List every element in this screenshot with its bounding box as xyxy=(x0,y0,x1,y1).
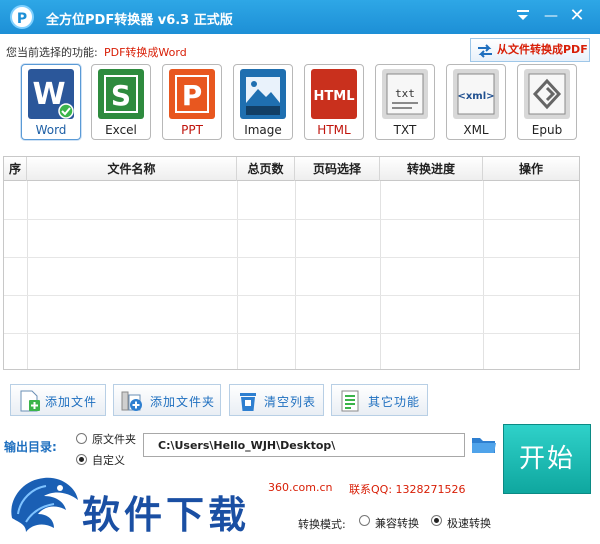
chevron-down-icon xyxy=(517,10,529,20)
epub-icon xyxy=(524,69,570,119)
conversion-mode-label: 转换模式: xyxy=(298,518,346,531)
html-icon: HTML xyxy=(311,69,357,119)
add-file-icon xyxy=(20,390,40,412)
format-image-button[interactable]: Image xyxy=(233,64,293,140)
folder-icon xyxy=(472,438,496,453)
source-folder-radio[interactable] xyxy=(76,433,87,444)
ppt-icon: P xyxy=(169,69,215,119)
column-actions: 操作 xyxy=(518,162,543,176)
menu-dropdown-button[interactable] xyxy=(512,6,534,26)
grid-line xyxy=(483,181,484,369)
output-path-input[interactable] xyxy=(143,433,465,457)
format-excel-label: Excel xyxy=(105,123,137,137)
column-filename: 文件名称 xyxy=(27,157,237,181)
svg-text:HTML: HTML xyxy=(314,89,355,104)
format-xml-label: XML xyxy=(463,123,489,137)
grid-line xyxy=(27,181,28,369)
output-directory-label: 输出目录: xyxy=(4,440,57,454)
grid-line xyxy=(237,181,238,369)
format-epub-button[interactable]: Epub xyxy=(517,64,577,140)
add-folder-label: 添加文件夹 xyxy=(150,395,216,409)
clear-list-label: 清空列表 xyxy=(264,395,317,409)
other-functions-button[interactable]: 其它功能 xyxy=(331,384,428,416)
format-ppt-button[interactable]: P PPT xyxy=(162,64,222,140)
svg-text:P: P xyxy=(182,79,203,112)
grid-line xyxy=(4,333,579,334)
convert-to-pdf-button[interactable]: 从文件转换成PDF xyxy=(470,38,590,62)
fast-mode-label: 极速转换 xyxy=(447,517,491,530)
format-txt-label: TXT xyxy=(393,123,417,137)
format-html-label: HTML xyxy=(317,123,351,137)
browse-folder-button[interactable] xyxy=(470,433,498,457)
svg-text:<xml>: <xml> xyxy=(457,91,494,102)
close-button[interactable]: ✕ xyxy=(566,6,588,26)
compat-mode-label: 兼容转换 xyxy=(375,517,419,530)
xml-icon: <xml> xyxy=(453,69,499,119)
custom-folder-radio[interactable] xyxy=(76,454,87,465)
trash-icon xyxy=(240,393,256,411)
compat-mode-radio[interactable] xyxy=(359,515,370,526)
document-list-icon xyxy=(341,390,359,412)
current-function-value: PDF转换成Word xyxy=(104,46,187,59)
watermark: 软件下载 xyxy=(0,468,290,544)
add-file-button[interactable]: 添加文件 xyxy=(10,384,106,416)
swap-arrows-icon xyxy=(478,44,492,58)
table-header: 序 文件名称 总页数 页码选择 转换进度 操作 xyxy=(4,157,579,181)
grid-line xyxy=(4,295,579,296)
fast-mode-radio[interactable] xyxy=(431,515,442,526)
dragon-logo-icon xyxy=(11,477,78,532)
grid-line xyxy=(4,257,579,258)
format-xml-button[interactable]: <xml> XML xyxy=(446,64,506,140)
current-function-label: 您当前选择的功能: xyxy=(6,46,98,59)
grid-line xyxy=(295,181,296,369)
clear-list-button[interactable]: 清空列表 xyxy=(229,384,324,416)
convert-to-pdf-label: 从文件转换成PDF xyxy=(497,43,588,56)
title-bar: P 全方位PDF转换器 v6.3 正式版 — ✕ xyxy=(0,0,600,34)
file-list-table[interactable]: 序 文件名称 总页数 页码选择 转换进度 操作 xyxy=(3,156,580,370)
image-icon xyxy=(240,69,286,119)
format-image-label: Image xyxy=(244,123,282,137)
format-epub-label: Epub xyxy=(531,123,563,137)
watermark-text: 软件下载 xyxy=(82,492,251,537)
start-button[interactable]: 开始 xyxy=(503,424,591,494)
custom-folder-label: 自定义 xyxy=(92,454,125,467)
grid-line xyxy=(4,219,579,220)
column-index: 序 xyxy=(4,157,27,181)
format-word-button[interactable]: W Word xyxy=(21,64,81,140)
column-page-select: 页码选择 xyxy=(295,157,380,181)
word-icon: W xyxy=(28,69,74,119)
excel-icon: S xyxy=(98,69,144,119)
column-progress: 转换进度 xyxy=(380,157,483,181)
source-folder-label: 原文件夹 xyxy=(92,433,136,446)
svg-text:S: S xyxy=(111,79,131,112)
add-folder-button[interactable]: 添加文件夹 xyxy=(113,384,221,416)
format-excel-button[interactable]: S Excel xyxy=(91,64,151,140)
footer-contact-qq: 联系QQ: 1328271526 xyxy=(349,483,466,496)
svg-text:txt: txt xyxy=(395,87,415,100)
add-file-label: 添加文件 xyxy=(45,395,98,409)
other-functions-label: 其它功能 xyxy=(368,395,421,409)
app-logo-icon: P xyxy=(10,5,34,29)
format-ppt-label: PPT xyxy=(181,123,203,137)
format-html-button[interactable]: HTML HTML xyxy=(304,64,364,140)
add-folder-icon xyxy=(121,391,142,411)
txt-icon: txt xyxy=(382,69,428,119)
column-total-pages: 总页数 xyxy=(237,157,295,181)
format-word-label: Word xyxy=(35,123,67,137)
format-txt-button[interactable]: txt TXT xyxy=(375,64,435,140)
grid-line xyxy=(380,181,381,369)
app-title: 全方位PDF转换器 v6.3 正式版 xyxy=(46,13,233,28)
minimize-button[interactable]: — xyxy=(540,6,562,26)
